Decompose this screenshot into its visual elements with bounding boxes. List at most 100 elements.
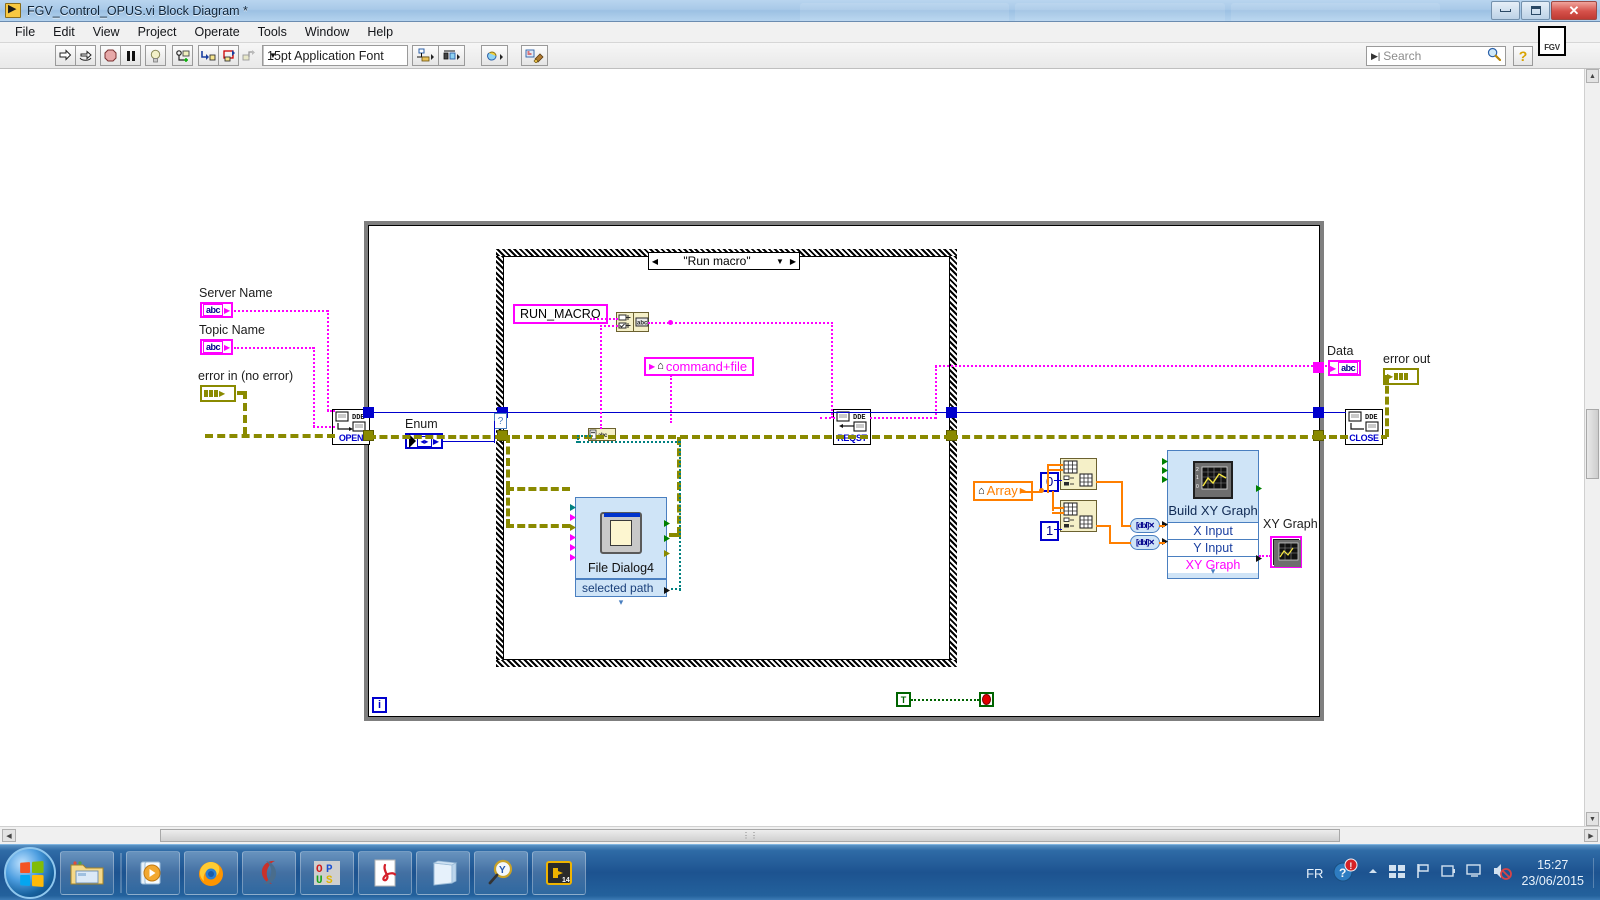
menu-item-tools[interactable]: Tools — [249, 23, 296, 41]
taskbar-item-adobe-reader[interactable] — [358, 850, 412, 895]
search-input[interactable]: ▶| Search — [1366, 46, 1506, 66]
taskbar-item-windows-explorer[interactable] — [60, 850, 114, 895]
chevron-down-icon[interactable]: ▼ — [773, 257, 787, 266]
run-continuously-button[interactable] — [75, 45, 96, 66]
build-xy-graph-express-vi[interactable]: 2 1 0 Build XY Graph X Input Y Input XY … — [1167, 450, 1259, 579]
menu-item-file[interactable]: File — [6, 23, 44, 41]
command-file-local-variable[interactable]: ▶ ⌂ command+file — [644, 357, 755, 376]
case-selector-terminal[interactable]: ? — [494, 413, 507, 429]
server-name-terminal[interactable]: abc ▶ — [200, 302, 233, 318]
taskbar-item-search[interactable]: Y — [474, 850, 528, 895]
menu-item-window[interactable]: Window — [296, 23, 358, 41]
title-bar: FGV_Control_OPUS.vi Block Diagram * ✕ — [0, 0, 1600, 22]
xy-graph-icon: 2 1 0 — [1193, 461, 1233, 499]
start-button[interactable] — [4, 846, 56, 899]
expand-chevron-icon[interactable]: ▾ — [576, 597, 666, 608]
true-constant[interactable]: T — [896, 692, 911, 707]
retain-wire-values-button[interactable] — [172, 45, 193, 66]
vertical-scrollbar[interactable]: ▲ ▼ — [1584, 69, 1600, 826]
selected-path-output[interactable]: selected path ▾ — [575, 579, 667, 607]
x-input-row[interactable]: X Input — [1168, 522, 1258, 539]
font-selector[interactable]: 15pt Application Font ▼ — [262, 45, 408, 66]
toolbar-cleanup-group — [521, 45, 548, 66]
index-constant-1[interactable]: 1 — [1040, 521, 1060, 541]
pause-button[interactable] — [120, 45, 141, 66]
run-macro-string-constant[interactable]: RUN_MACRO — [513, 304, 608, 324]
tunnel-data-out[interactable] — [1313, 362, 1324, 373]
clock[interactable]: 15:27 23/06/2015 — [1521, 857, 1584, 889]
block-diagram-canvas[interactable]: ◀ "Run macro" ▼ ▶ Server Name abc ▶ Topi… — [0, 69, 1600, 826]
vertical-scroll-thumb[interactable] — [1586, 409, 1599, 479]
scroll-right-arrow-icon[interactable]: ▶ — [1584, 829, 1598, 842]
display-icon[interactable] — [1465, 863, 1483, 884]
wire-const1-to-idx — [1054, 529, 1062, 530]
menu-item-help[interactable]: Help — [358, 23, 402, 41]
case-next-arrow-icon[interactable]: ▶ — [787, 253, 799, 269]
abort-execution-button[interactable] — [100, 45, 121, 66]
horizontal-scrollbar[interactable]: ◀ ⋮⋮ ▶ — [0, 826, 1600, 844]
data-indicator-terminal[interactable]: ▶ abc — [1328, 360, 1361, 376]
highlight-execution-button[interactable] — [145, 45, 166, 66]
wire-error-to-dialog — [506, 487, 570, 491]
ghost-tab — [800, 3, 1010, 21]
network-icon[interactable] — [1388, 863, 1406, 884]
taskbar-item-labview[interactable]: 14 — [532, 850, 586, 895]
enum-label: Enum — [405, 417, 438, 431]
loop-iteration-terminal[interactable]: i — [372, 697, 387, 713]
maximize-button[interactable] — [1521, 1, 1550, 20]
menu-item-view[interactable]: View — [84, 23, 129, 41]
expand-chevron-icon[interactable]: ▾ — [1168, 566, 1258, 577]
taskbar-item-media-player[interactable] — [126, 850, 180, 895]
loop-stop-terminal[interactable] — [979, 692, 994, 707]
y-input-row[interactable]: Y Input — [1168, 539, 1258, 556]
svg-text:DDE: DDE — [1365, 414, 1378, 422]
step-into-button[interactable] — [198, 45, 219, 66]
taskbar-item-opus[interactable]: O P U S — [300, 850, 354, 895]
toolbar-reorder-group — [481, 45, 508, 66]
menu-item-edit[interactable]: Edit — [44, 23, 84, 41]
file-dialog-subvi[interactable]: File Dialog4 — [575, 497, 667, 579]
show-hidden-icons-arrow[interactable] — [1367, 864, 1379, 882]
clean-up-diagram-button[interactable] — [521, 45, 548, 66]
help-button[interactable]: ? — [1513, 46, 1533, 66]
reorder-button[interactable] — [481, 45, 508, 66]
y-input-conversion-node[interactable]: [dbl]✕ — [1130, 535, 1160, 550]
close-button[interactable]: ✕ — [1551, 1, 1597, 20]
xy-graph-indicator-terminal[interactable] — [1270, 536, 1302, 568]
dde-close-node[interactable]: DDE CLOSE — [1345, 409, 1383, 445]
menu-item-operate[interactable]: Operate — [185, 23, 248, 41]
index-array-node-top[interactable] — [1060, 458, 1097, 490]
scroll-down-arrow-icon[interactable]: ▼ — [1586, 812, 1599, 826]
concatenate-strings-node[interactable]: abc — [616, 312, 649, 332]
step-out-button[interactable] — [238, 45, 259, 66]
error-in-terminal[interactable]: ▶ — [200, 385, 236, 402]
dde-open-label: OPEN — [338, 433, 364, 443]
battery-icon[interactable] — [1440, 863, 1456, 884]
case-selector[interactable]: ◀ "Run macro" ▼ ▶ — [648, 252, 800, 270]
wire-error-out-v — [1385, 375, 1389, 437]
align-objects-button[interactable] — [412, 45, 439, 66]
language-indicator[interactable]: FR — [1306, 866, 1323, 881]
horizontal-scroll-thumb[interactable]: ⋮⋮ — [160, 829, 1340, 842]
distribute-objects-button[interactable] — [438, 45, 465, 66]
topic-name-terminal[interactable]: abc ▶ — [200, 339, 233, 355]
search-icon[interactable] — [1487, 47, 1505, 66]
taskbar-item-firefox[interactable] — [184, 850, 238, 895]
action-center-icon[interactable]: ? ! — [1332, 858, 1358, 889]
flag-icon[interactable] — [1415, 863, 1431, 884]
run-button[interactable] — [55, 45, 76, 66]
menu-item-project[interactable]: Project — [129, 23, 186, 41]
x-input-conversion-node[interactable]: [dbl]✕ — [1130, 518, 1160, 533]
scroll-up-arrow-icon[interactable]: ▲ — [1586, 69, 1599, 83]
show-desktop-button[interactable] — [1593, 858, 1594, 888]
taskbar-item-opera[interactable] — [242, 850, 296, 895]
volume-muted-icon[interactable] — [1492, 862, 1513, 885]
dde-request-node[interactable]: DDE REQST — [833, 409, 871, 445]
minimize-button[interactable] — [1491, 1, 1520, 20]
taskbar-item-notepad[interactable] — [416, 850, 470, 895]
step-over-button[interactable] — [218, 45, 239, 66]
scroll-left-arrow-icon[interactable]: ◀ — [2, 829, 16, 842]
toolbar: 15pt Application Font ▼ ▶| Search ? — [0, 43, 1600, 69]
index-array-node-bottom[interactable] — [1060, 500, 1097, 532]
case-prev-arrow-icon[interactable]: ◀ — [649, 253, 661, 269]
